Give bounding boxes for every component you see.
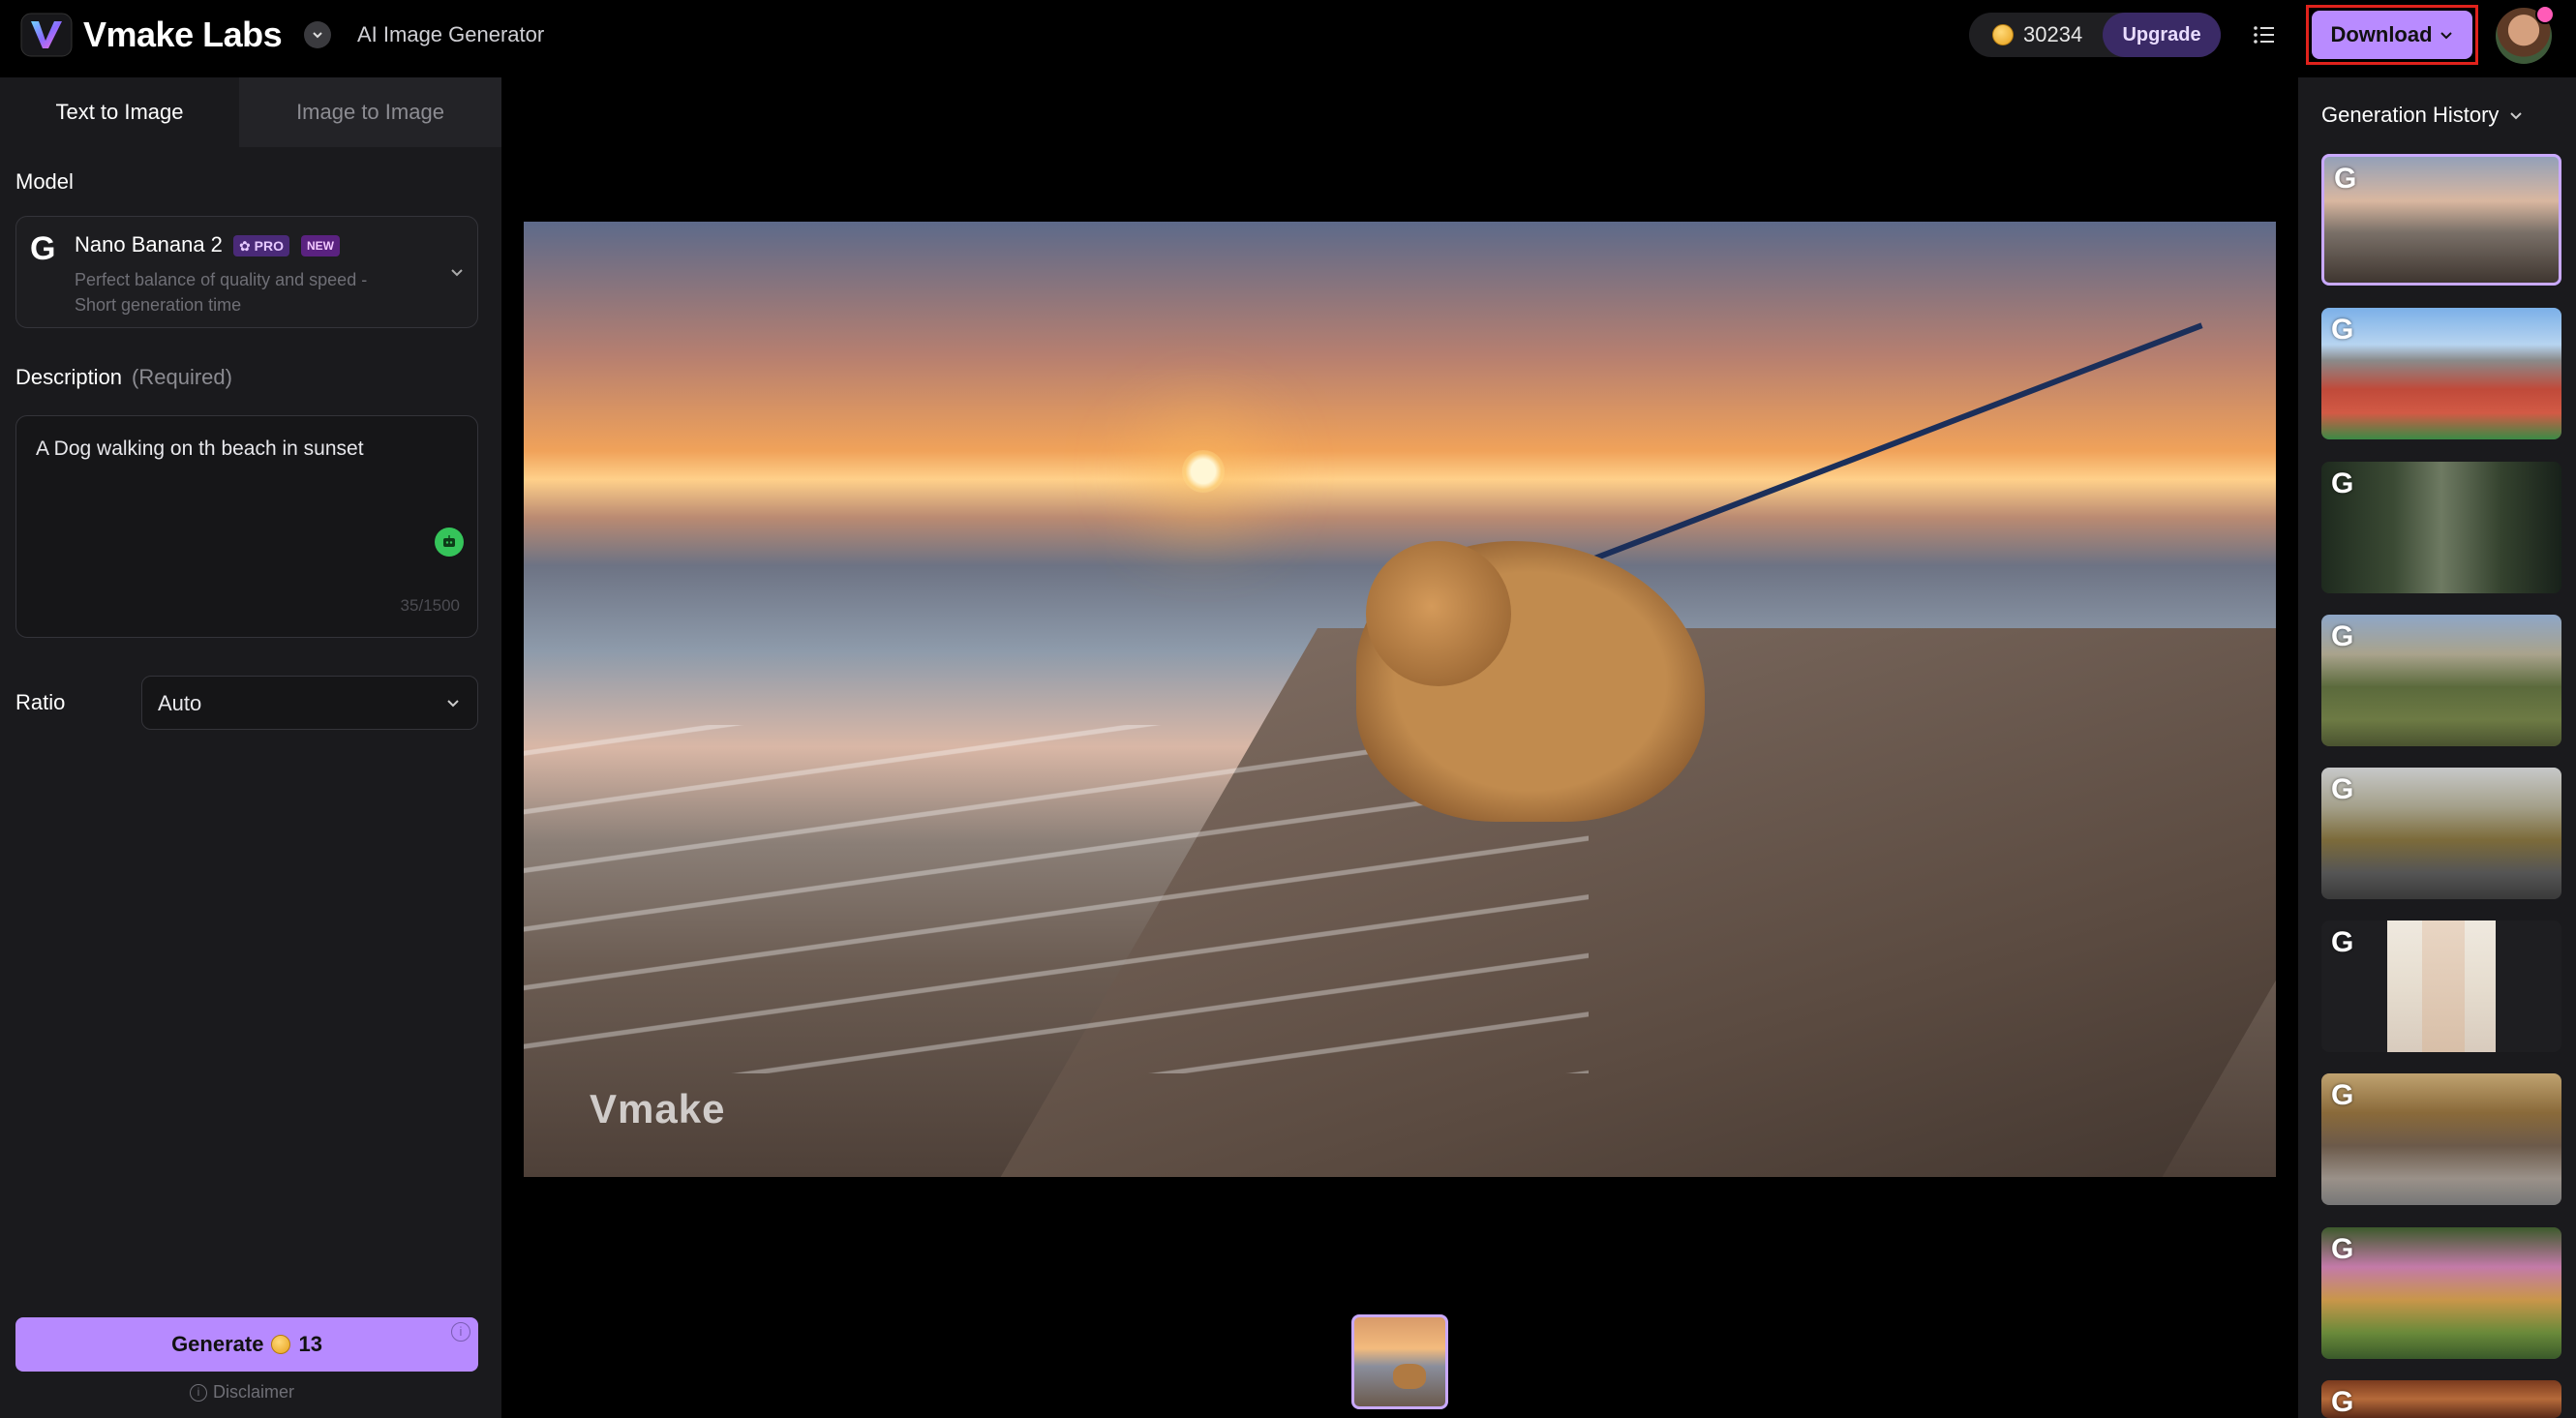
history-item[interactable]: G	[2321, 154, 2561, 286]
chevron-down-icon	[2440, 32, 2452, 40]
disclaimer-label: Disclaimer	[213, 1382, 295, 1402]
google-g-icon: G	[2334, 163, 2357, 195]
upgrade-button[interactable]: Upgrade	[2103, 13, 2221, 57]
leash-shape	[1567, 322, 2203, 571]
character-count: 35/1500	[400, 596, 460, 615]
robot-icon	[443, 535, 455, 547]
google-g-icon: G	[2331, 314, 2354, 346]
google-g-icon: G	[2331, 468, 2354, 499]
history-item[interactable]: G	[2321, 462, 2561, 593]
history-item[interactable]: G	[2321, 920, 2561, 1052]
chevron-down-icon	[451, 269, 463, 277]
new-badge: NEW	[301, 235, 340, 256]
model-name: Nano Banana 2	[75, 232, 223, 256]
pro-badge: ✿ PRO	[233, 235, 289, 256]
google-g-icon: G	[2331, 620, 2354, 652]
generated-image-preview[interactable]: Vmake	[524, 222, 2276, 1177]
mode-tabs: Text to Image Image to Image	[0, 77, 501, 147]
generate-label: Generate	[171, 1332, 264, 1356]
vmake-logo-icon[interactable]	[19, 12, 74, 58]
brand-name[interactable]: Vmake Labs	[83, 12, 283, 58]
chevron-down-icon	[2510, 112, 2523, 120]
history-item[interactable]: G	[2321, 1227, 2561, 1359]
google-g-icon: G	[2331, 773, 2354, 805]
generate-button[interactable]: Generate 13	[15, 1317, 478, 1372]
description-label: Description (Required)	[15, 365, 232, 390]
thumbnail-dog	[1393, 1364, 1426, 1389]
description-value: A Dog walking on th beach in sunset	[36, 437, 364, 460]
dog-head	[1366, 541, 1511, 686]
history-title: Generation History	[2321, 103, 2500, 127]
google-g-icon: G	[2331, 1079, 2354, 1111]
history-item[interactable]: G	[2321, 308, 2561, 439]
chevron-down-icon	[313, 32, 322, 39]
google-g-icon: G	[2331, 1233, 2354, 1265]
tab-image-to-image[interactable]: Image to Image	[239, 77, 501, 147]
ratio-label: Ratio	[15, 690, 66, 714]
notification-badge	[2535, 5, 2555, 24]
credits-count: 30234	[2023, 22, 2083, 46]
top-bar: Vmake Labs AI Image Generator 30234 Upgr…	[0, 0, 2576, 70]
model-selector[interactable]: G Nano Banana 2 ✿ PRO NEW Perfect balanc…	[15, 216, 478, 328]
result-thumbnail[interactable]	[1351, 1314, 1448, 1409]
google-g-icon: G	[30, 230, 56, 267]
watermark: Vmake	[590, 1086, 726, 1131]
description-label-text: Description	[15, 365, 123, 389]
info-icon: i	[190, 1383, 207, 1402]
disclaimer-link[interactable]: i Disclaimer	[190, 1382, 294, 1403]
required-label: (Required)	[132, 365, 232, 389]
history-item[interactable]: G	[2321, 1073, 2561, 1205]
history-item[interactable]: G	[2321, 768, 2561, 899]
model-label: Model	[15, 169, 74, 194]
app-name: AI Image Generator	[357, 22, 545, 46]
description-textarea[interactable]: A Dog walking on th beach in sunset 35/1…	[15, 415, 478, 638]
sun-shape	[1182, 450, 1225, 493]
settings-panel: Text to Image Image to Image Model G Nan…	[0, 77, 501, 1418]
coin-icon	[1992, 24, 2014, 45]
list-menu-icon[interactable]	[2250, 21, 2279, 48]
history-item[interactable]: G	[2321, 1380, 2561, 1418]
coin-icon	[271, 1335, 291, 1354]
tab-text-to-image[interactable]: Text to Image	[0, 77, 239, 147]
generate-cost: 13	[298, 1332, 322, 1356]
download-label: Download	[2330, 22, 2433, 46]
model-description: Perfect balance of quality and speed - S…	[75, 270, 368, 315]
ratio-value: Auto	[158, 691, 202, 715]
history-panel: Generation History G G G G G G G G G	[2298, 77, 2576, 1418]
google-g-icon: G	[2331, 926, 2354, 958]
ratio-select[interactable]: Auto	[141, 676, 478, 730]
download-button[interactable]: Download	[2306, 5, 2478, 65]
prompt-enhance-icon[interactable]	[435, 528, 464, 557]
chevron-down-icon	[447, 700, 459, 708]
history-dropdown[interactable]: Generation History	[2321, 103, 2524, 128]
portrait-thumbnail	[2387, 920, 2496, 1052]
info-icon[interactable]: i	[451, 1322, 470, 1342]
history-item[interactable]: G	[2321, 615, 2561, 746]
brand-dropdown-button[interactable]	[304, 21, 331, 48]
google-g-icon: G	[2331, 1386, 2354, 1418]
